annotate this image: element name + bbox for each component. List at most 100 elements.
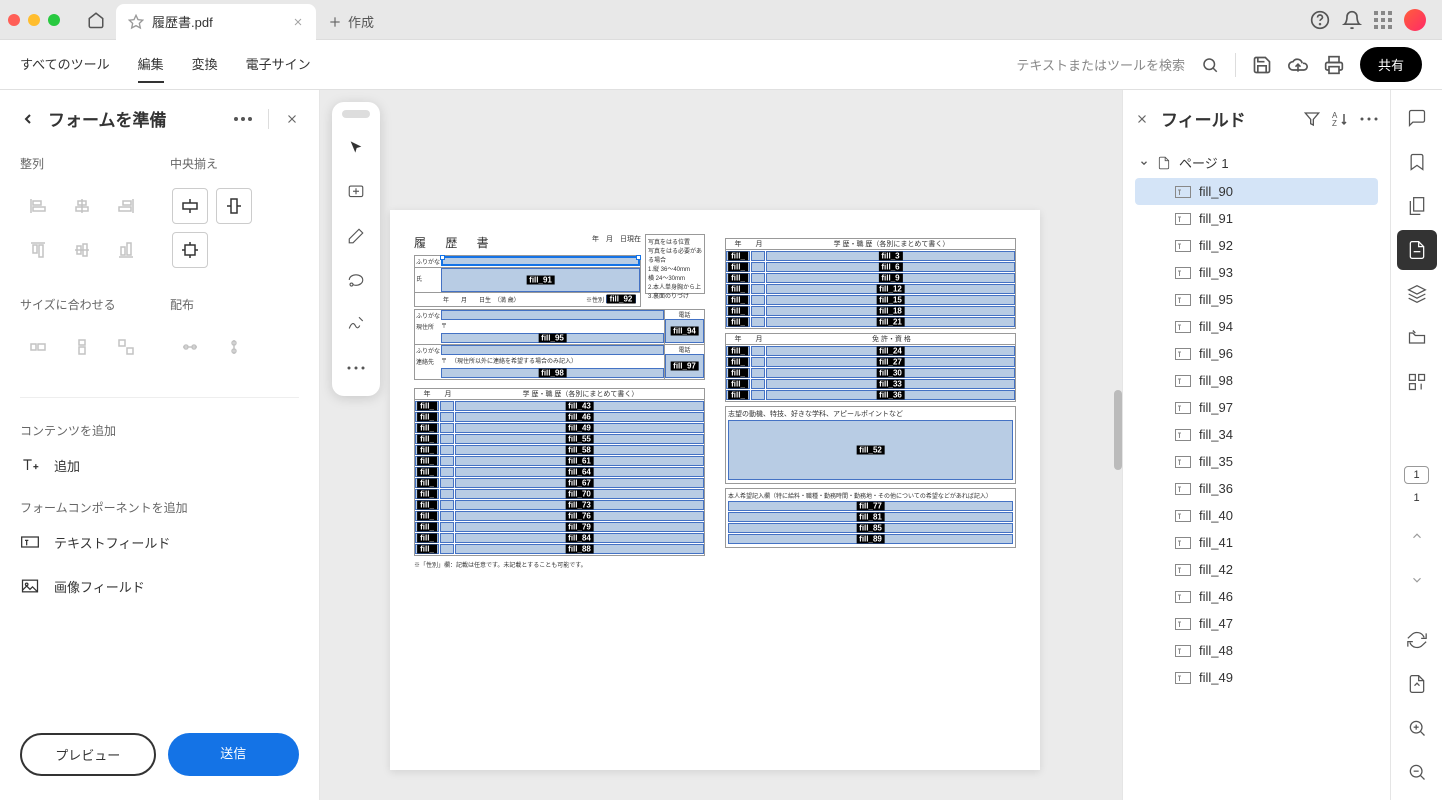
tab-esign[interactable]: 電子サイン: [246, 46, 311, 83]
rail-tags-icon[interactable]: [1397, 318, 1437, 358]
cloud-upload-icon[interactable]: [1288, 55, 1308, 75]
distribute-v-button[interactable]: [216, 329, 252, 365]
form-field[interactable]: [751, 306, 765, 316]
form-field[interactable]: fill_: [415, 500, 439, 510]
rail-fields-icon[interactable]: [1397, 230, 1437, 270]
close-window-button[interactable]: [8, 14, 20, 26]
home-button[interactable]: [76, 0, 116, 40]
form-field[interactable]: [440, 467, 454, 477]
form-field[interactable]: [751, 379, 765, 389]
field-item[interactable]: fill_35: [1135, 448, 1378, 475]
form-field[interactable]: [751, 368, 765, 378]
form-field[interactable]: fill_88: [455, 544, 704, 554]
center-h-button[interactable]: [172, 188, 208, 224]
form-field[interactable]: fill_: [415, 522, 439, 532]
form-field[interactable]: fill_: [415, 533, 439, 543]
form-field[interactable]: fill_30: [766, 368, 1015, 378]
form-field[interactable]: [440, 456, 454, 466]
field-item[interactable]: fill_40: [1135, 502, 1378, 529]
form-field[interactable]: [751, 251, 765, 261]
field-item[interactable]: fill_34: [1135, 421, 1378, 448]
form-field[interactable]: fill_: [726, 262, 750, 272]
form-field[interactable]: fill_: [415, 445, 439, 455]
form-field[interactable]: [751, 390, 765, 400]
form-field[interactable]: fill_64: [455, 467, 704, 477]
text-field-component[interactable]: テキストフィールド: [0, 520, 319, 564]
canvas[interactable]: 1 履 歴 書 年 月 日現在 ふりがな: [320, 90, 1122, 800]
image-field-component[interactable]: 画像フィールド: [0, 564, 319, 608]
center-both-button[interactable]: [172, 232, 208, 268]
form-field[interactable]: fill_: [726, 251, 750, 261]
form-field[interactable]: [440, 412, 454, 422]
form-field[interactable]: fill_: [415, 412, 439, 422]
tree-page-node[interactable]: ページ 1: [1135, 147, 1378, 178]
align-top-button[interactable]: [20, 232, 56, 268]
align-left-button[interactable]: [20, 188, 56, 224]
user-avatar[interactable]: [1404, 9, 1426, 31]
fit-both-button[interactable]: [108, 329, 144, 365]
form-field[interactable]: fill_: [726, 390, 750, 400]
form-field[interactable]: fill_73: [455, 500, 704, 510]
form-field[interactable]: fill_: [415, 489, 439, 499]
form-field[interactable]: [751, 295, 765, 305]
field-item[interactable]: fill_47: [1135, 610, 1378, 637]
close-fields-panel[interactable]: [1135, 112, 1149, 126]
form-field[interactable]: fill_: [415, 478, 439, 488]
form-field[interactable]: fill_24: [766, 346, 1015, 356]
bell-icon[interactable]: [1342, 10, 1362, 30]
align-right-button[interactable]: [108, 188, 144, 224]
form-field[interactable]: fill_36: [766, 390, 1015, 400]
form-field[interactable]: fill_: [415, 456, 439, 466]
form-field[interactable]: fill_55: [455, 434, 704, 444]
form-field[interactable]: fill_: [726, 368, 750, 378]
form-field[interactable]: fill_: [726, 317, 750, 327]
help-icon[interactable]: [1310, 10, 1330, 30]
align-middle-v-button[interactable]: [64, 232, 100, 268]
document-page[interactable]: 履 歴 書 年 月 日現在 ふりがな 氏 fill_91: [390, 210, 1040, 770]
form-field[interactable]: fill_84: [455, 533, 704, 543]
form-field[interactable]: fill_21: [766, 317, 1015, 327]
page-current[interactable]: 1: [1404, 466, 1428, 484]
zoom-in-icon[interactable]: [1397, 708, 1437, 748]
field-item[interactable]: fill_98: [1135, 367, 1378, 394]
form-field[interactable]: fill_70: [455, 489, 704, 499]
field-item[interactable]: fill_46: [1135, 583, 1378, 610]
fit-height-button[interactable]: [64, 329, 100, 365]
form-field[interactable]: fill_: [726, 306, 750, 316]
fit-icon[interactable]: [1397, 664, 1437, 704]
select-tool[interactable]: [336, 128, 376, 168]
tab-convert[interactable]: 変換: [192, 46, 218, 83]
distribute-h-button[interactable]: [172, 329, 208, 365]
form-field[interactable]: [440, 511, 454, 521]
form-field[interactable]: fill_: [415, 544, 439, 554]
comment-tool[interactable]: [336, 172, 376, 212]
form-field[interactable]: [440, 423, 454, 433]
filter-icon[interactable]: [1304, 111, 1320, 127]
field-item[interactable]: fill_91: [1135, 205, 1378, 232]
form-field[interactable]: [440, 478, 454, 488]
back-icon[interactable]: [20, 111, 36, 127]
field-item[interactable]: fill_36: [1135, 475, 1378, 502]
form-field[interactable]: [751, 284, 765, 294]
pen-tool[interactable]: [336, 216, 376, 256]
form-field[interactable]: [440, 533, 454, 543]
form-field[interactable]: fill_: [415, 401, 439, 411]
form-field[interactable]: fill_81: [728, 512, 1013, 522]
form-field[interactable]: fill_43: [455, 401, 704, 411]
form-field[interactable]: fill_: [726, 273, 750, 283]
preview-button[interactable]: プレビュー: [20, 733, 156, 776]
form-field[interactable]: fill_46: [455, 412, 704, 422]
form-field[interactable]: [440, 445, 454, 455]
field-item[interactable]: fill_92: [1135, 232, 1378, 259]
form-field[interactable]: fill_67: [455, 478, 704, 488]
zoom-out-icon[interactable]: [1397, 752, 1437, 792]
form-field[interactable]: fill_27: [766, 357, 1015, 367]
minimize-window-button[interactable]: [28, 14, 40, 26]
form-field[interactable]: [440, 434, 454, 444]
rotate-icon[interactable]: [1397, 620, 1437, 660]
drag-handle[interactable]: [342, 110, 370, 118]
form-field[interactable]: fill_49: [455, 423, 704, 433]
form-field[interactable]: [751, 346, 765, 356]
close-tab-button[interactable]: [292, 16, 304, 28]
tab-edit[interactable]: 編集: [138, 46, 164, 83]
